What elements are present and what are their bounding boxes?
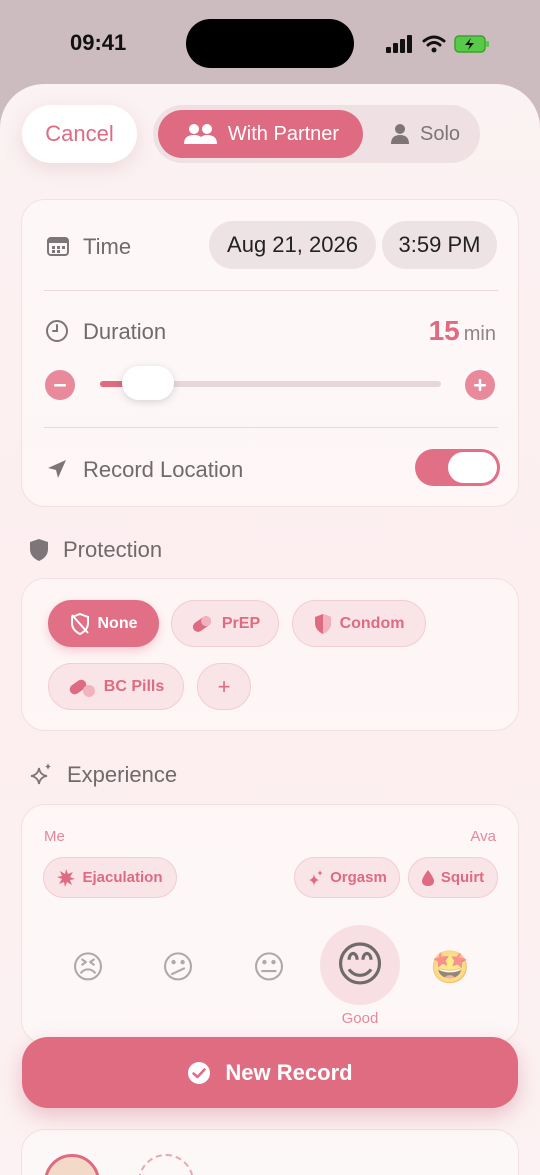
- plus-icon: [474, 379, 486, 391]
- wifi-icon: [422, 35, 446, 53]
- mood-bad[interactable]: 😕: [156, 945, 200, 989]
- status-time: 09:41: [70, 30, 127, 55]
- toggle-knob: [448, 452, 497, 483]
- cancel-button[interactable]: Cancel: [22, 105, 137, 163]
- duration-number: 15: [428, 315, 460, 346]
- protection-option-none[interactable]: None: [48, 600, 159, 647]
- chip-label: Ejaculation: [82, 869, 163, 886]
- increase-duration-button[interactable]: [465, 370, 495, 400]
- protection-card: None PrEP Condom BC Pills +: [21, 578, 519, 731]
- decrease-duration-button[interactable]: [45, 370, 75, 400]
- duration-unit: min: [463, 323, 496, 345]
- location-arrow-icon: [44, 456, 70, 482]
- protection-option-bc-pills[interactable]: BC Pills: [48, 663, 184, 710]
- mood-amazing[interactable]: 🤩: [428, 945, 472, 989]
- with-partner-tab[interactable]: With Partner: [158, 110, 363, 158]
- experience-title: Experience: [67, 762, 178, 787]
- add-participant-placeholder[interactable]: [138, 1154, 194, 1175]
- two-people-icon: [183, 124, 217, 144]
- battery-charging-icon: [454, 35, 489, 53]
- minus-icon: [54, 384, 66, 387]
- time-picker[interactable]: 3:59 PM: [382, 221, 497, 269]
- date-picker[interactable]: Aug 21, 2026: [209, 221, 376, 269]
- ejaculation-chip[interactable]: Ejaculation: [43, 857, 177, 898]
- pills-icon: [69, 679, 95, 697]
- solo-label: Solo: [419, 122, 461, 145]
- experience-card: Me Ava Ejaculation Orgasm Squirt 😣 😕 😐 😊: [21, 804, 519, 1044]
- status-icons: [386, 33, 490, 55]
- duration-label: Duration: [83, 319, 167, 344]
- shield-slash-icon: [70, 612, 89, 635]
- shield-icon: [30, 539, 48, 561]
- sparkles-icon: [309, 869, 323, 886]
- option-label: Condom: [339, 614, 405, 632]
- duration-slider-thumb[interactable]: [122, 366, 174, 400]
- record-location-label: Record Location: [83, 457, 244, 482]
- mood-awful[interactable]: 😣: [66, 945, 110, 989]
- new-record-label: New Record: [225, 1059, 353, 1085]
- me-label: Me: [44, 828, 65, 845]
- protection-option-prep[interactable]: PrEP: [171, 600, 279, 647]
- signal-icon: [386, 35, 412, 53]
- divider: [44, 290, 498, 291]
- time-card: Time Aug 21, 2026 3:59 PM Duration 15 mi…: [21, 199, 519, 507]
- new-record-button[interactable]: New Record: [22, 1037, 518, 1108]
- squirt-chip[interactable]: Squirt: [408, 857, 498, 898]
- option-label: BC Pills: [103, 677, 165, 695]
- shield-half-icon: [314, 613, 331, 634]
- protection-section-title: Protection: [29, 537, 162, 563]
- burst-icon: [57, 868, 76, 887]
- chip-label: Squirt: [440, 869, 485, 886]
- divider: [44, 427, 498, 428]
- pill-icon: [192, 615, 211, 632]
- add-protection-button[interactable]: +: [197, 663, 251, 710]
- partner-label: Ava: [470, 828, 496, 845]
- duration-slider[interactable]: [100, 366, 441, 400]
- record-location-toggle[interactable]: [415, 449, 500, 486]
- solo-tab[interactable]: Solo: [375, 110, 475, 158]
- person-icon: [390, 124, 409, 144]
- protection-title: Protection: [63, 537, 163, 562]
- option-label: None: [97, 614, 138, 632]
- orgasm-chip[interactable]: Orgasm: [294, 857, 400, 898]
- with-partner-label: With Partner: [227, 122, 340, 145]
- status-bar: 09:41: [0, 0, 540, 88]
- protection-option-condom[interactable]: Condom: [292, 600, 426, 647]
- checkmark-circle-icon: [188, 1061, 211, 1084]
- drop-icon: [421, 869, 434, 886]
- chip-label: Orgasm: [330, 869, 387, 886]
- experience-section-title: Experience: [29, 762, 177, 788]
- clock-icon: [44, 318, 70, 344]
- option-label: PrEP: [221, 614, 261, 632]
- duration-value: 15 min: [429, 315, 496, 347]
- participants-card: [21, 1129, 519, 1175]
- avatar[interactable]: [44, 1154, 100, 1175]
- calendar-icon: [46, 234, 70, 258]
- sparkles-icon: [30, 763, 51, 785]
- time-label: Time: [83, 234, 132, 259]
- mood-good[interactable]: 😊: [328, 933, 392, 997]
- mode-segmented-control: With Partner Solo: [153, 105, 480, 163]
- new-record-sheet: Cancel With Partner Solo Time Aug 21, 20…: [0, 84, 540, 1175]
- mood-okay[interactable]: 😐: [247, 945, 291, 989]
- dynamic-island: [186, 19, 354, 68]
- selected-mood-label: Good: [341, 1010, 379, 1027]
